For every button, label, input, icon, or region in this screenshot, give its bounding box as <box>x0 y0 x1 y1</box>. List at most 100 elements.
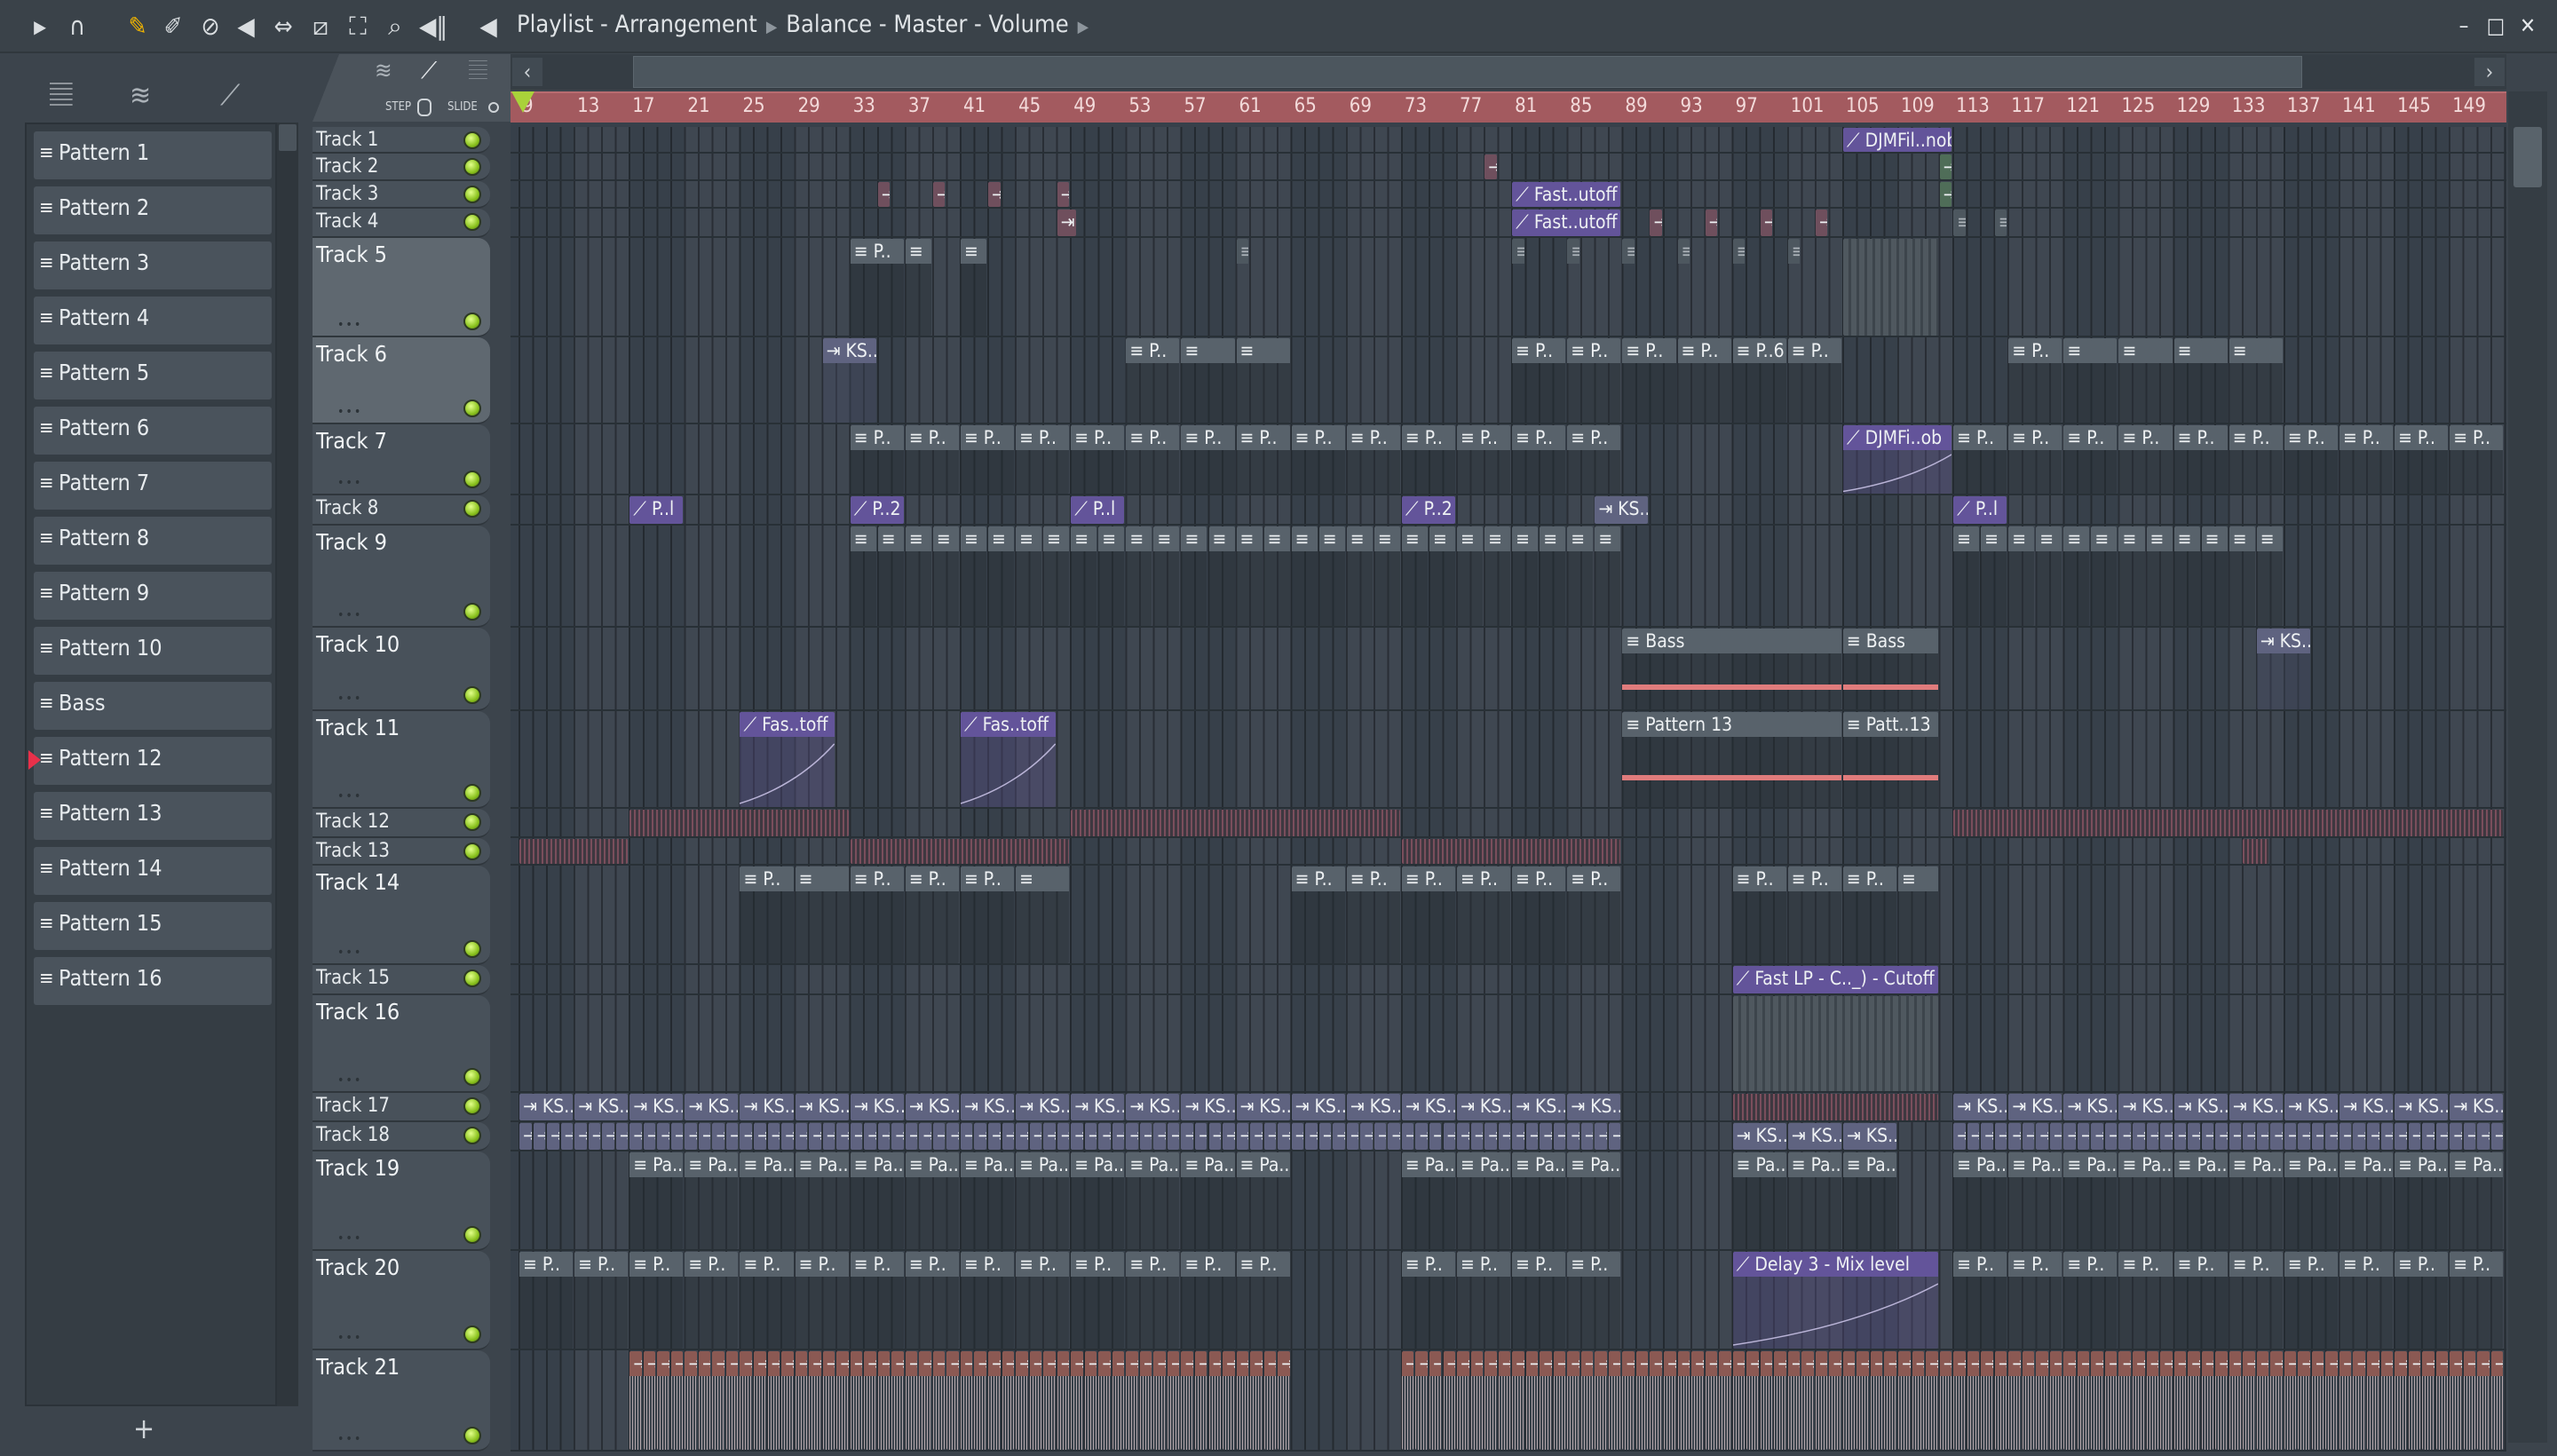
audio-clip[interactable]: ⇥ <box>1360 1123 1373 1150</box>
pattern-clip[interactable]: ≡ P.. <box>1401 425 1456 494</box>
audio-clip[interactable]: ⇥ KS.. <box>2228 1094 2283 1120</box>
audio-clip[interactable]: ⇥ <box>2063 1351 2076 1450</box>
audio-clip[interactable]: ⇥ <box>1856 1351 1869 1450</box>
audio-clip[interactable]: ⇥ <box>2339 1351 2352 1450</box>
mute-led-icon[interactable] <box>463 213 481 231</box>
audio-clip[interactable]: ⇥ <box>2367 1351 2379 1450</box>
pattern-clip[interactable]: ≡ <box>1429 526 1456 626</box>
audio-clip[interactable]: ⇥ KS.. <box>960 1094 1015 1120</box>
pattern-item[interactable]: ≡ Pattern 9 <box>34 572 272 620</box>
pattern-clip[interactable]: ≡ P.. <box>2063 425 2118 494</box>
audio-clip[interactable]: ⇥ <box>1663 1351 1676 1450</box>
audio-clip[interactable]: ⇥ KS.. <box>2256 629 2310 709</box>
track-header[interactable]: Track 18 <box>313 1122 490 1151</box>
pattern-clip[interactable]: ≡ P.. <box>2450 1252 2504 1349</box>
track-header[interactable]: Track 15 <box>313 965 490 995</box>
audio-clip[interactable]: ⇥ <box>685 1351 697 1450</box>
pattern-clip[interactable]: ≡ <box>1981 526 2007 626</box>
audio-clip[interactable]: ⇥ <box>1981 1351 1993 1450</box>
pattern-clip[interactable]: ≡ P.. <box>1457 1252 1511 1349</box>
track-header[interactable]: Track 6 ••• <box>313 337 490 424</box>
pattern-clip[interactable]: ≡ P.. <box>1126 425 1180 494</box>
audio-clip[interactable]: ⇥ <box>836 1351 849 1450</box>
pattern-clip[interactable]: ≡ P.. <box>1291 866 1345 963</box>
audio-clip[interactable]: ⇥ <box>2118 1123 2131 1150</box>
audio-clip[interactable]: ⇥ <box>1223 1123 1235 1150</box>
pattern-clip[interactable]: ≡ <box>1236 239 1249 265</box>
audio-clip[interactable]: ⇥ <box>2228 1351 2242 1450</box>
pattern-clip[interactable]: ≡ Bass <box>1842 629 1938 709</box>
audio-clip[interactable]: ⇥ <box>2435 1123 2449 1150</box>
breadcrumb[interactable]: Balance - Master - Volume <box>786 11 1068 38</box>
audio-clip[interactable]: ⇥ <box>905 1123 918 1150</box>
audio-clip[interactable]: ⇥ <box>1622 1351 1635 1450</box>
audio-clip[interactable]: ⇥ <box>1250 1351 1263 1450</box>
pattern-clip[interactable]: ≡ P.. <box>2228 425 2283 494</box>
pattern-clip[interactable]: ≡ P.. <box>2395 1252 2449 1349</box>
audio-clip[interactable]: ⇥ <box>1512 1351 1524 1450</box>
pattern-clip[interactable]: ≡ <box>1181 526 1207 626</box>
pattern-clip[interactable]: ≡ P.. <box>1126 338 1180 423</box>
audio-clip[interactable]: ⇥ <box>2173 1351 2187 1450</box>
slide-toggle[interactable] <box>488 102 499 113</box>
pattern-clip[interactable]: ≡ <box>1732 239 1746 265</box>
pattern-clip[interactable]: ≡ <box>1263 526 1290 626</box>
automation-clip[interactable]: ⟋ Fas..toff <box>960 712 1056 807</box>
pattern-clip[interactable]: ≡ P.. <box>1346 425 1400 494</box>
pattern-clip[interactable]: ≡ <box>1071 526 1097 626</box>
pattern-clip[interactable]: ≡ <box>1236 338 1290 423</box>
pattern-clip[interactable]: ≡ <box>1622 239 1635 265</box>
audio-clip[interactable]: ⇥ <box>2284 1351 2297 1450</box>
audio-clip[interactable]: ⇥ <box>2077 1351 2090 1450</box>
pattern-clip[interactable]: ≡ P.. <box>1346 866 1400 963</box>
audio-clip[interactable]: ⇥ KS.. <box>1457 1094 1511 1120</box>
pattern-clip[interactable]: ≡ P.. <box>2008 1252 2062 1349</box>
audio-clip[interactable]: ⇥ <box>1746 1351 1759 1450</box>
pattern-clip[interactable]: ≡ <box>2063 338 2118 423</box>
audio-clip[interactable]: ⇥ <box>1167 1123 1180 1150</box>
audio-clip[interactable]: ⇥ <box>1415 1351 1428 1450</box>
audio-clip[interactable]: ⇥ KS.. <box>1732 1123 1786 1150</box>
pattern-clip[interactable]: ≡ Pa.. <box>2118 1152 2173 1249</box>
audio-clip[interactable]: ⇥ <box>1057 1123 1070 1150</box>
audio-clip[interactable]: ⇥ <box>643 1351 656 1450</box>
audio-clip[interactable]: ⇥ KS.. <box>740 1094 794 1120</box>
pattern-clip[interactable]: ≡ <box>1898 866 1938 963</box>
audio-clip[interactable]: ⇥ <box>2422 1351 2434 1450</box>
audio-clip[interactable]: ⇥ <box>685 1123 697 1150</box>
audio-clip[interactable]: ⇥ <box>1732 1351 1746 1450</box>
audio-clip[interactable]: ⇥ <box>1939 154 1952 179</box>
audio-clip[interactable]: ⇥ KS.. <box>1016 1094 1070 1120</box>
audio-clip[interactable]: ⇥ <box>1057 1351 1070 1450</box>
mute-led-icon[interactable] <box>463 686 481 704</box>
mute-led-icon[interactable] <box>463 1427 481 1444</box>
audio-clip[interactable]: ⇥ <box>1112 1351 1125 1450</box>
audio-clip[interactable]: ⇥ KS.. <box>1346 1094 1400 1120</box>
audio-clip[interactable]: ⇥ <box>1112 1123 1125 1150</box>
pattern-clip[interactable]: ≡ <box>1098 526 1125 626</box>
audio-clip[interactable] <box>1071 810 1400 836</box>
pattern-clip[interactable]: ≡ <box>1567 526 1594 626</box>
audio-clip[interactable]: ⇥ <box>1540 1123 1552 1150</box>
audio-clip[interactable]: ⇥ <box>2008 1123 2021 1150</box>
pattern-item[interactable]: ≡ Pattern 7 <box>34 462 272 510</box>
audio-clip[interactable]: ⇥ <box>822 1123 835 1150</box>
pattern-item[interactable]: ≡ Pattern 10 <box>34 627 272 675</box>
audio-clip[interactable]: ⇥ <box>1167 1351 1180 1450</box>
audio-clip[interactable]: ⇥ <box>2408 1351 2421 1450</box>
audio-clip[interactable]: ⇥ <box>1553 1351 1566 1450</box>
audio-clip[interactable]: ⇥ <box>1953 1351 1966 1450</box>
audio-clip[interactable]: ⇥ <box>588 1123 601 1150</box>
overview-window[interactable] <box>633 56 2302 88</box>
pattern-clip[interactable]: ≡ P.. <box>1401 1252 1456 1349</box>
pattern-clip[interactable]: ≡ <box>1457 526 1484 626</box>
audio-clip[interactable]: ⇥ <box>1084 1351 1097 1450</box>
pattern-clip[interactable]: ≡ P.. <box>1181 1252 1235 1349</box>
audio-clip[interactable]: ⇥ <box>1263 1123 1277 1150</box>
track-options-icon[interactable]: ••• <box>337 405 362 419</box>
audio-clip[interactable]: ⇥ <box>1029 1123 1042 1150</box>
track-options-icon[interactable]: ••• <box>337 789 362 803</box>
track-header[interactable]: Track 7 ••• <box>313 424 490 495</box>
mute-led-icon[interactable] <box>463 1068 481 1086</box>
track-header[interactable]: Track 9 ••• <box>313 526 490 628</box>
